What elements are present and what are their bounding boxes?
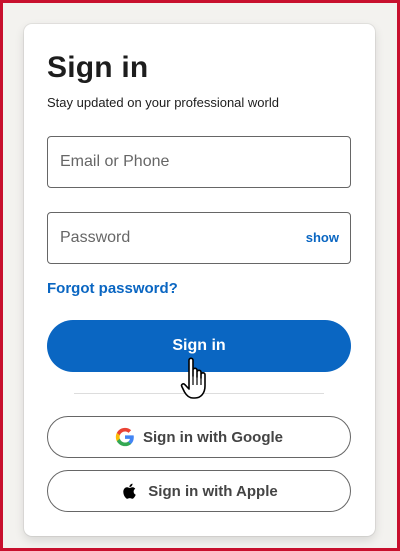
sign-in-card: Sign in Stay updated on your professiona…: [24, 24, 375, 536]
google-icon: [115, 427, 135, 447]
page-subtitle: Stay updated on your professional world: [47, 95, 279, 110]
google-sign-in-label: Sign in with Google: [143, 428, 283, 446]
password-field: show: [47, 212, 351, 264]
sign-in-button[interactable]: Sign in: [47, 320, 351, 372]
forgot-password-link[interactable]: Forgot password?: [47, 280, 178, 297]
divider: [74, 393, 324, 394]
email-field: [47, 136, 351, 188]
apple-sign-in-button[interactable]: Sign in with Apple: [47, 470, 351, 512]
email-input[interactable]: [48, 137, 350, 187]
show-password-toggle[interactable]: show: [306, 230, 339, 245]
google-sign-in-button[interactable]: Sign in with Google: [47, 416, 351, 458]
apple-icon: [120, 481, 140, 501]
page-title: Sign in: [47, 51, 149, 84]
apple-sign-in-label: Sign in with Apple: [148, 482, 278, 500]
password-input[interactable]: [48, 213, 350, 263]
